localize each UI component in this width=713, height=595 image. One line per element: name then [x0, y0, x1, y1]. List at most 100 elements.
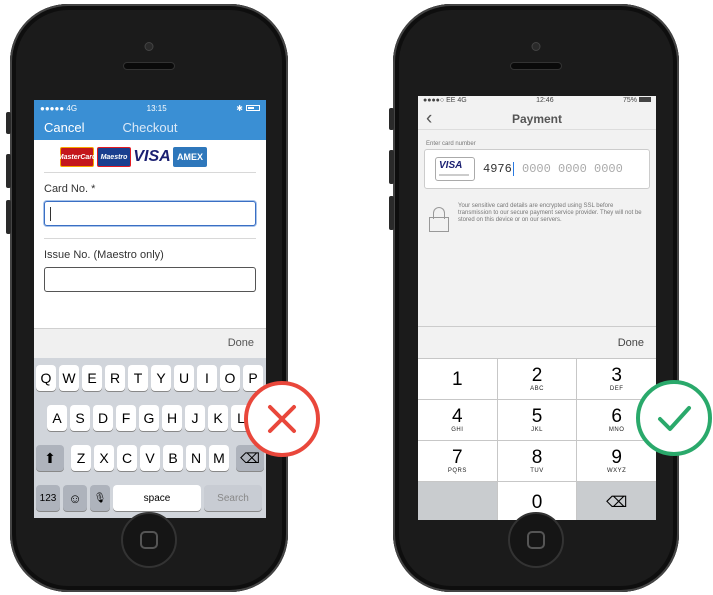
volume-up-button	[6, 154, 11, 188]
volume-down-button	[389, 196, 394, 230]
status-right: 75%	[623, 97, 651, 107]
key-d[interactable]: D	[93, 405, 113, 431]
battery-icon	[245, 104, 260, 111]
numbers-key[interactable]: 123	[36, 485, 60, 511]
left-screen: ●●●●● 4G 13:15 ✱ Cancel Checkout MasterC…	[34, 100, 266, 518]
card-number-input[interactable]	[44, 201, 256, 226]
carrier-signal: ●●●●○ EE 4G	[423, 97, 467, 104]
right-phone: ●●●●○ EE 4G 12:46 75% ‹ Payment Enter ca…	[389, 4, 679, 592]
key-i[interactable]: I	[197, 365, 217, 391]
front-camera	[144, 42, 154, 51]
typed-digits: 4976	[483, 162, 512, 177]
home-button	[508, 512, 564, 568]
key-a[interactable]: A	[47, 405, 67, 431]
done-button[interactable]: Done	[228, 337, 254, 349]
card-number-label: Card No. *	[44, 183, 96, 195]
earpiece-speaker	[510, 62, 562, 70]
page-title: Checkout	[122, 120, 178, 135]
key-8[interactable]: 8 TUV	[497, 441, 577, 481]
text-cursor	[50, 207, 51, 221]
battery-percent: 75%	[622, 97, 637, 104]
key-r[interactable]: R	[105, 365, 125, 391]
keyboard-accessory-bar: Done	[418, 326, 656, 358]
key-letters: MNO	[608, 427, 625, 433]
key-digit: 7	[452, 447, 463, 468]
security-text: Your sensitive card details are encrypte…	[458, 203, 642, 223]
divider	[44, 238, 256, 239]
mute-switch	[389, 108, 394, 130]
home-square-icon	[527, 531, 545, 549]
key-c[interactable]: C	[117, 445, 137, 471]
key-f[interactable]: F	[116, 405, 136, 431]
key-digit: 4	[452, 406, 463, 427]
placeholder-digits: 0000 0000 0000	[522, 162, 623, 177]
delete-key[interactable]: ⌫	[577, 482, 656, 520]
key-5[interactable]: 5 JKL	[497, 400, 577, 440]
key-n[interactable]: N	[186, 445, 206, 471]
key-digit: 5	[531, 406, 543, 427]
microphone-key[interactable]: 🎙	[90, 485, 110, 511]
bluetooth-icon: ✱	[236, 103, 243, 113]
text-cursor	[512, 162, 514, 176]
key-2[interactable]: 2 ABC	[497, 359, 577, 399]
search-key[interactable]: Search	[204, 485, 262, 511]
key-q[interactable]: Q	[36, 365, 56, 391]
maestro-logo: Maestro	[97, 147, 131, 167]
blank-key	[418, 482, 497, 520]
issue-number-input[interactable]	[44, 267, 256, 292]
done-button[interactable]: Done	[618, 337, 644, 349]
accepted-cards: MasterCard Maestro VISA AMEX	[34, 140, 266, 172]
key-b[interactable]: B	[163, 445, 183, 471]
home-button	[121, 512, 177, 568]
key-k[interactable]: K	[208, 405, 228, 431]
key-w[interactable]: W	[59, 365, 79, 391]
key-e[interactable]: E	[82, 365, 102, 391]
issue-number-label: Issue No. (Maestro only)	[44, 249, 164, 261]
key-x[interactable]: X	[94, 445, 114, 471]
emoji-key[interactable]: ☺	[63, 485, 87, 511]
divider	[44, 172, 256, 173]
card-number-value: 4976 0000 0000 0000	[483, 162, 623, 176]
cross-badge	[244, 381, 320, 457]
security-notice: Your sensitive card details are encrypte…	[428, 203, 646, 233]
key-digit: 3	[611, 365, 622, 386]
key-digit: 6	[611, 406, 622, 427]
key-g[interactable]: G	[139, 405, 159, 431]
key-o[interactable]: O	[220, 365, 240, 391]
checkmark-icon	[658, 406, 691, 431]
key-y[interactable]: Y	[151, 365, 171, 391]
keypad-row-3: 7 PQRS 8 TUV 9 WXYZ	[418, 441, 656, 481]
key-m[interactable]: M	[209, 445, 229, 471]
key-letters: TUV	[530, 468, 544, 474]
card-number-label: Enter card number	[426, 141, 476, 147]
visa-card-icon: VISA	[435, 157, 475, 181]
checkmark-badge	[636, 380, 712, 456]
key-4[interactable]: 4 GHI	[418, 400, 497, 440]
key-j[interactable]: J	[185, 405, 205, 431]
key-letters: JKL	[531, 427, 543, 433]
keyboard-row-4: 123 ☺ 🎙 space Search	[34, 485, 266, 511]
key-h[interactable]: H	[162, 405, 182, 431]
key-v[interactable]: V	[140, 445, 160, 471]
keyboard-accessory-bar: Done	[34, 328, 266, 358]
key-7[interactable]: 7 PQRS	[418, 441, 497, 481]
volume-down-button	[6, 200, 11, 234]
page-title: Payment	[511, 112, 563, 126]
keyboard-row-3: ⬆ ZXCVBNM ⌫	[34, 445, 266, 471]
key-letters: GHI	[451, 427, 464, 433]
key-letters: WXYZ	[607, 468, 627, 474]
space-key[interactable]: space	[113, 485, 201, 511]
key-t[interactable]: T	[128, 365, 148, 391]
numeric-keypad: 1 2 ABC 3 DEF 4 GHI 5 JKL 6 MNO 7 PQRS 8 TUV 9 WXYZ 0 …	[418, 358, 656, 520]
card-number-input[interactable]: VISA 4976 0000 0000 0000	[424, 149, 650, 189]
key-1[interactable]: 1	[418, 359, 497, 399]
key-s[interactable]: S	[70, 405, 90, 431]
key-z[interactable]: Z	[71, 445, 91, 471]
shift-key[interactable]: ⬆	[36, 445, 64, 471]
right-screen: ●●●●○ EE 4G 12:46 75% ‹ Payment Enter ca…	[418, 96, 656, 520]
delete-icon: ⌫	[606, 493, 628, 511]
volume-up-button	[389, 150, 394, 184]
status-bar: ●●●●○ EE 4G 12:46 75%	[418, 96, 656, 108]
key-u[interactable]: U	[174, 365, 194, 391]
qwerty-keyboard: QWERTYUIOP ASDFGHJKL ⬆ ZXCVBNM ⌫ 123 ☺ 🎙…	[34, 358, 266, 518]
